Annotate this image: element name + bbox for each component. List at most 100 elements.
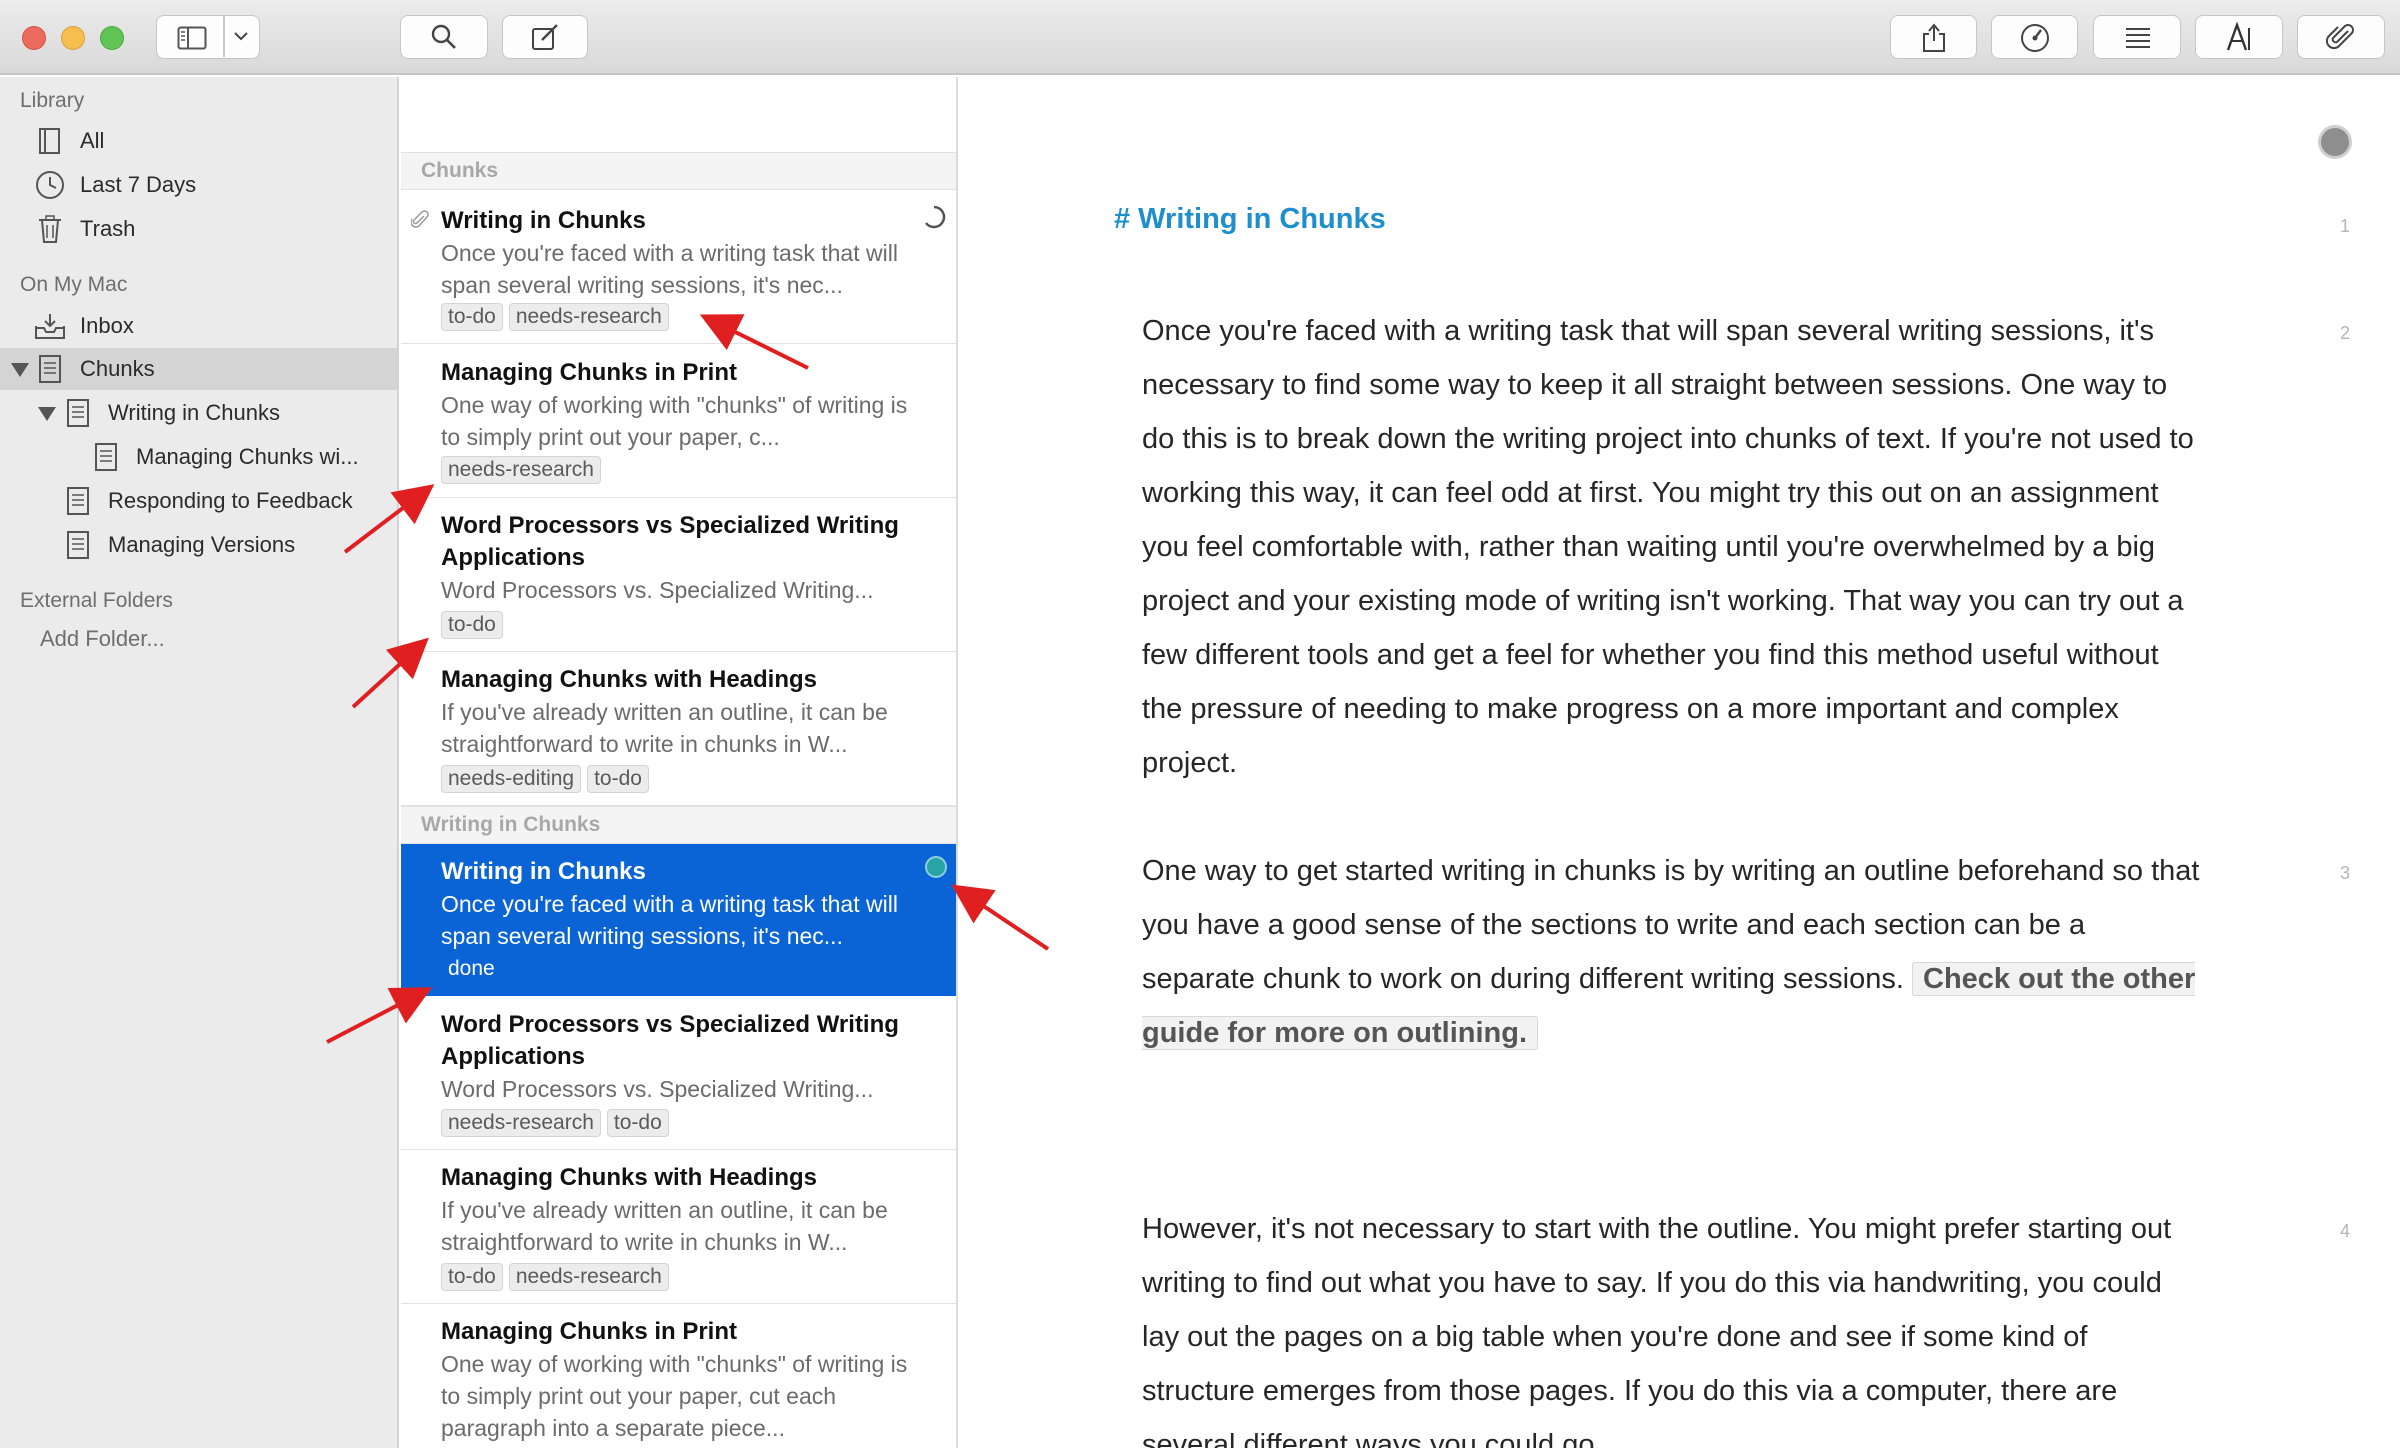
- tag[interactable]: to-do: [441, 303, 503, 331]
- toolbar: [0, 0, 2400, 75]
- note-title: Managing Chunks in Print: [441, 1318, 738, 1345]
- sidebar-item-label: Writing in Chunks: [108, 400, 280, 425]
- note-snippet: Once you're faced with a writing task th…: [441, 240, 898, 298]
- list-item[interactable]: Word Processors vs Specialized Writing A…: [401, 498, 956, 652]
- sidebar-toggle-icon: [177, 26, 207, 50]
- close-window-button[interactable]: [22, 26, 46, 50]
- outline-button[interactable]: [2093, 15, 2181, 59]
- sidebar-item-all[interactable]: All: [0, 120, 397, 162]
- tag[interactable]: to-do: [587, 765, 649, 793]
- note-title: Managing Chunks in Print: [441, 359, 738, 386]
- line-number: 3: [2339, 863, 2350, 883]
- list-item[interactable]: Managing Chunks with Headings If you've …: [401, 652, 956, 806]
- sidebar-item-label: All: [80, 128, 105, 153]
- document-icon: [66, 398, 90, 428]
- section-header-chunks: Chunks: [401, 152, 956, 190]
- share-button[interactable]: [1890, 15, 1977, 59]
- font-icon: [2224, 22, 2254, 52]
- paperclip-icon: [410, 210, 429, 237]
- sidebar: Library All Last 7 Days Trash On My Mac …: [0, 77, 399, 1448]
- list-item[interactable]: Managing Chunks in Print One way of work…: [401, 344, 956, 498]
- compose-icon: [530, 23, 560, 51]
- sidebar-item-managing-chunks[interactable]: Managing Chunks wi...: [0, 436, 397, 478]
- share-icon: [1921, 21, 1947, 53]
- document-title: # Writing in Chunks: [1114, 203, 1386, 235]
- tag[interactable]: needs-editing: [441, 765, 582, 793]
- disclosure-triangle-icon[interactable]: [38, 407, 56, 421]
- document-icon: [94, 442, 118, 472]
- line-number: 4: [2339, 1221, 2350, 1241]
- paragraph-3: However, it's not necessary to start wit…: [1142, 1213, 2172, 1448]
- tag[interactable]: needs-research: [508, 1263, 669, 1291]
- sidebar-item-inbox[interactable]: Inbox: [0, 305, 397, 347]
- search-button[interactable]: [400, 15, 488, 59]
- note-title: Word Processors vs Specialized Writing A…: [441, 512, 899, 571]
- sidebar-item-writing-in-chunks[interactable]: Writing in Chunks: [0, 392, 397, 434]
- sidebar-item-last7[interactable]: Last 7 Days: [0, 164, 397, 206]
- chevron-down-icon[interactable]: [233, 30, 249, 42]
- section-header-writing-in-chunks: Writing in Chunks: [401, 806, 956, 844]
- editor[interactable]: # Writing in Chunks 1 Once you're faced …: [960, 77, 2400, 1448]
- note-title: Writing in Chunks: [441, 207, 646, 234]
- tag[interactable]: needs-research: [441, 1109, 601, 1137]
- zoom-window-button[interactable]: [100, 26, 124, 50]
- paperclip-icon: [2326, 22, 2356, 52]
- stats-button[interactable]: [1991, 15, 2078, 59]
- add-folder-button[interactable]: Add Folder...: [0, 618, 397, 660]
- paragraph-2: One way to get started writing in chunks…: [1142, 844, 2202, 1060]
- gauge-icon: [2018, 22, 2052, 52]
- library-header: Library: [20, 89, 85, 112]
- sidebar-item-managing-versions[interactable]: Managing Versions: [0, 524, 397, 566]
- on-my-mac-header: On My Mac: [20, 273, 128, 296]
- sidebar-toggle-button[interactable]: [156, 15, 260, 59]
- note-snippet: One way of working with "chunks" of writ…: [441, 392, 908, 450]
- sidebar-item-trash[interactable]: Trash: [0, 208, 397, 250]
- tag[interactable]: needs-research: [441, 456, 601, 484]
- line-number: 1: [2339, 216, 2350, 236]
- list-item[interactable]: Writing in Chunks Once you're faced with…: [401, 190, 956, 344]
- notebook-icon: [36, 127, 62, 155]
- sidebar-item-label: Responding to Feedback: [108, 488, 353, 513]
- sidebar-item-responding[interactable]: Responding to Feedback: [0, 480, 397, 522]
- tag[interactable]: to-do: [441, 611, 503, 639]
- list-item[interactable]: Managing Chunks in Print One way of work…: [401, 1304, 956, 1448]
- sidebar-item-label: Chunks: [80, 356, 155, 381]
- tag[interactable]: needs-research: [508, 303, 669, 331]
- note-title: Managing Chunks with Headings: [441, 666, 818, 693]
- document-icon: [38, 354, 62, 384]
- note-snippet: Word Processors vs. Specialized Writing.…: [441, 577, 874, 603]
- list-icon: [2122, 25, 2152, 49]
- line-number: 2: [2339, 323, 2350, 343]
- sidebar-item-label: Managing Chunks wi...: [136, 444, 359, 469]
- list-item-selected[interactable]: Writing in Chunks Once you're faced with…: [401, 844, 956, 996]
- note-snippet: If you've already written an outline, it…: [441, 699, 888, 757]
- list-item[interactable]: Managing Chunks with Headings If you've …: [401, 1150, 956, 1304]
- font-button[interactable]: [2195, 15, 2283, 59]
- minimize-window-button[interactable]: [61, 26, 85, 50]
- note-snippet: If you've already written an outline, it…: [441, 1197, 888, 1255]
- tag[interactable]: done: [441, 955, 502, 983]
- note-snippet: Word Processors vs. Specialized Writing.…: [441, 1076, 874, 1102]
- list-item[interactable]: Word Processors vs Specialized Writing A…: [401, 996, 956, 1150]
- sidebar-item-label: Last 7 Days: [80, 172, 197, 197]
- note-title: Word Processors vs Specialized Writing A…: [441, 1011, 899, 1070]
- sidebar-item-chunks[interactable]: Chunks: [0, 348, 397, 390]
- disclosure-triangle-icon[interactable]: [11, 363, 29, 377]
- tag[interactable]: to-do: [441, 1263, 503, 1291]
- trash-icon: [37, 214, 63, 244]
- note-title: Writing in Chunks: [441, 858, 646, 885]
- word-count-progress-icon[interactable]: [2318, 125, 2352, 159]
- app-window: Library All Last 7 Days Trash On My Mac …: [0, 0, 2400, 1448]
- sidebar-item-label: Inbox: [80, 313, 134, 338]
- clock-icon: [35, 170, 65, 200]
- note-snippet: One way of working with "chunks" of writ…: [441, 1351, 908, 1441]
- compose-button[interactable]: [502, 15, 588, 59]
- attachment-button[interactable]: [2297, 15, 2385, 59]
- note-title: Managing Chunks with Headings: [441, 1164, 818, 1191]
- inbox-icon: [34, 312, 66, 340]
- sidebar-item-label: Trash: [80, 216, 136, 241]
- add-folder-label: Add Folder...: [40, 626, 165, 651]
- note-list: Chunks Writing in Chunks Once you're fac…: [401, 77, 958, 1448]
- tag[interactable]: to-do: [606, 1109, 669, 1137]
- note-snippet: Once you're faced with a writing task th…: [441, 891, 898, 949]
